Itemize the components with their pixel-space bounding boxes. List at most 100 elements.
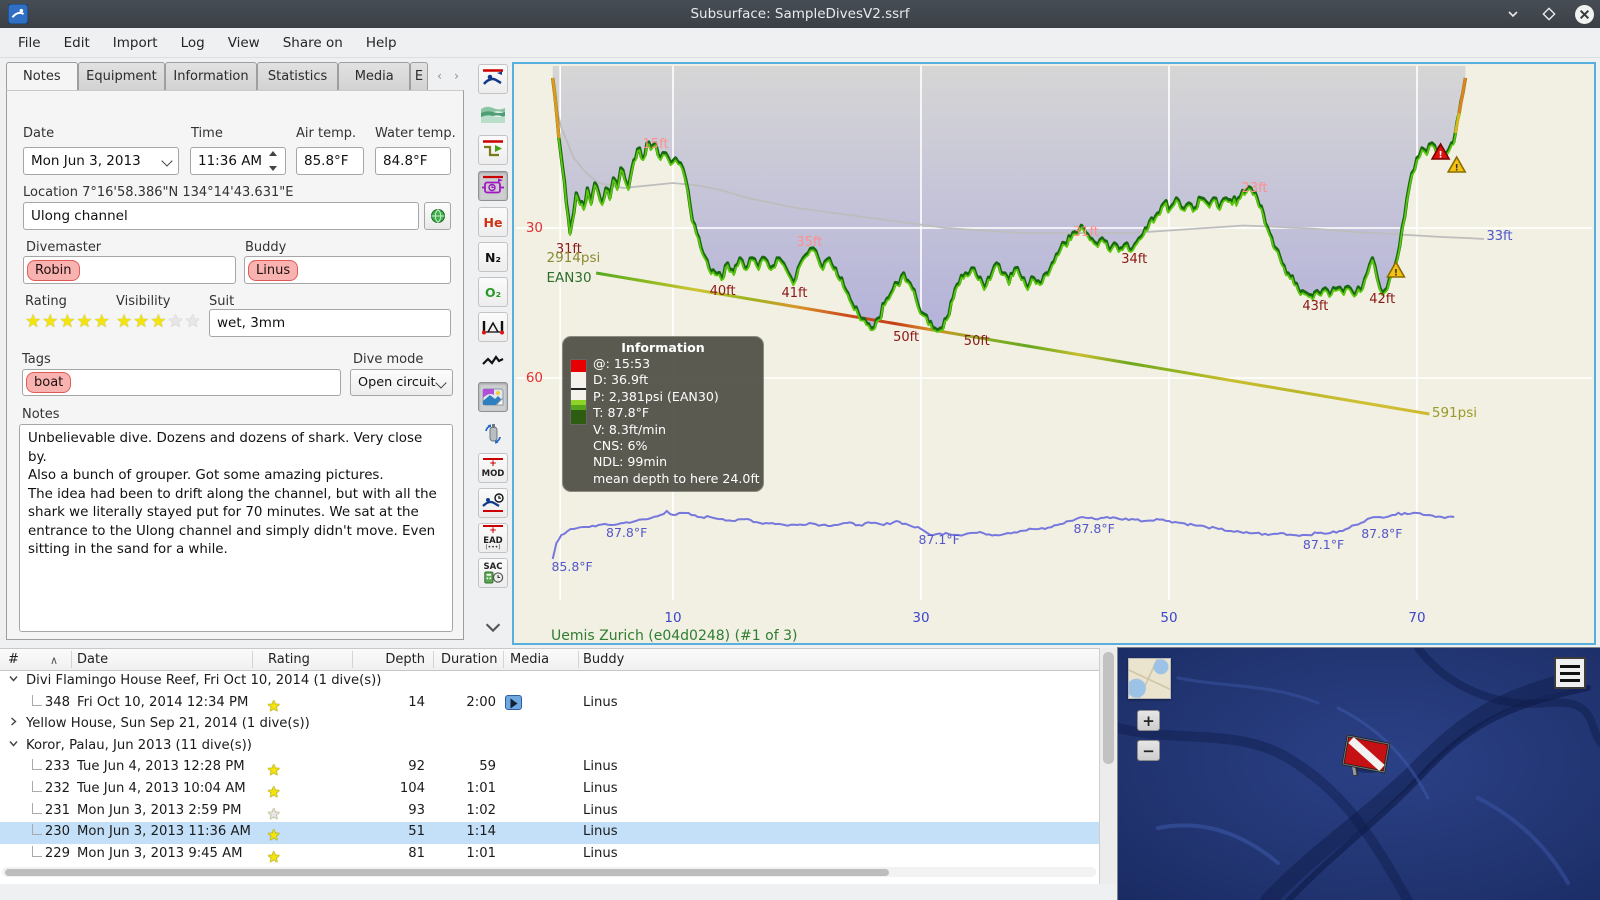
star-icon: ★ bbox=[76, 311, 94, 332]
pp-nitrogen-button[interactable]: N₂ bbox=[478, 242, 508, 272]
setpoint-button[interactable] bbox=[478, 171, 508, 201]
ruler-button[interactable] bbox=[478, 312, 508, 342]
dive-row[interactable]: 348 Fri Oct 10, 2014 12:34 PM ★ ★ ★ ★ ★ 14 2:00 L… bbox=[0, 693, 1099, 715]
dive-row[interactable]: 229 Mon Jun 3, 2013 9:45 AM ★ ★ ★ ★ ★ 81 1:01 Lin… bbox=[0, 844, 1099, 866]
tab-equipment[interactable]: Equipment bbox=[77, 62, 166, 90]
tank-bar-button[interactable] bbox=[478, 418, 508, 448]
rating-stars[interactable]: ★★★★★ bbox=[25, 313, 111, 331]
trip-row[interactable]: Divi Flamingo House Reef, Fri Oct 10, 20… bbox=[0, 671, 1099, 693]
divemaster-field[interactable]: Robin bbox=[23, 256, 236, 284]
tab-statistics[interactable]: Statistics bbox=[256, 62, 339, 90]
dive-row[interactable]: 233 Tue Jun 4, 2013 12:28 PM ★ ★ ★ ★ ★ 92 59 Linu… bbox=[0, 757, 1099, 779]
svg-text:43ft: 43ft bbox=[1302, 299, 1328, 314]
vscroll-handle[interactable] bbox=[1102, 652, 1114, 764]
notes-textarea[interactable]: Unbelievable dive. Dozens and dozens of … bbox=[19, 424, 453, 632]
sac-button[interactable]: SAC bbox=[478, 558, 508, 588]
dive-duration: 1:01 bbox=[466, 780, 496, 796]
dive-row[interactable]: 232 Tue Jun 4, 2013 10:04 AM ★ ★ ★ ★ ★ 104 1:01 L… bbox=[0, 779, 1099, 801]
dive-profile-chart[interactable]: 33ft 85.8°F 87.8°F 87.1°F 87.8°F 87.1°F 87.8°F… bbox=[512, 62, 1596, 645]
globe-button[interactable] bbox=[424, 202, 451, 230]
deco-ndl-button[interactable] bbox=[478, 488, 508, 518]
sort-asc-icon[interactable]: ∧ bbox=[50, 654, 58, 667]
col-media[interactable]: Media bbox=[510, 652, 549, 667]
dive-date: Mon Jun 3, 2013 11:36 AM bbox=[77, 824, 251, 840]
map-menu-button[interactable] bbox=[1554, 657, 1586, 689]
time-field[interactable]: 11:36 AM bbox=[190, 147, 286, 175]
tab-notes[interactable]: Notes bbox=[6, 62, 78, 90]
pp-helium-button[interactable]: He bbox=[478, 207, 508, 237]
tree-elbow bbox=[32, 845, 42, 857]
buddy-tag[interactable]: Linus bbox=[248, 259, 299, 281]
chevron-down-icon[interactable] bbox=[8, 673, 19, 688]
star-icon: ★ bbox=[267, 696, 281, 715]
tab-information[interactable]: Information bbox=[165, 62, 257, 90]
heart-rate-button[interactable] bbox=[478, 347, 508, 377]
svg-text:!: ! bbox=[1439, 151, 1443, 161]
mod-button[interactable]: + MOD bbox=[478, 453, 508, 483]
pp-oxygen-button[interactable]: O₂ bbox=[478, 277, 508, 307]
ead-button[interactable]: + EAD (•••) bbox=[478, 523, 508, 553]
col-date[interactable]: Date bbox=[77, 652, 108, 667]
tab-scroll-right-icon[interactable]: › bbox=[449, 66, 464, 86]
tab-media[interactable]: Media bbox=[338, 62, 411, 90]
map-zoom-in-button[interactable]: + bbox=[1137, 710, 1160, 731]
chevron-right-icon[interactable] bbox=[8, 716, 19, 731]
col-depth[interactable]: Depth bbox=[359, 652, 425, 667]
tags-field[interactable]: boat bbox=[22, 369, 341, 396]
divemaster-tag[interactable]: Robin bbox=[27, 259, 80, 281]
calculated-ceiling-button[interactable] bbox=[478, 99, 508, 129]
close-icon[interactable] bbox=[1575, 4, 1594, 24]
toolbar-collapse-button[interactable] bbox=[478, 612, 508, 642]
svg-text:591psi: 591psi bbox=[1432, 405, 1477, 421]
date-field[interactable]: Mon Jun 3, 2013 bbox=[23, 147, 179, 175]
ead-icon: + EAD (•••) bbox=[483, 524, 503, 552]
menu-view[interactable]: View bbox=[220, 31, 268, 55]
divemode-select[interactable]: Open circuit bbox=[350, 369, 453, 396]
menu-log[interactable]: Log bbox=[173, 31, 213, 55]
watertemp-field[interactable]: 84.8°F bbox=[375, 147, 451, 175]
minimap[interactable] bbox=[1128, 658, 1171, 699]
minimize-icon[interactable] bbox=[1503, 4, 1523, 24]
waves-icon bbox=[481, 106, 505, 123]
dive-list-header[interactable]: # ∧ Date Rating Depth Duration Media Bud… bbox=[0, 649, 1099, 671]
menu-import[interactable]: Import bbox=[105, 31, 166, 55]
chevron-down-icon[interactable] bbox=[8, 738, 19, 753]
dive-row[interactable]: 231 Mon Jun 3, 2013 2:59 PM ★ ★ ★ ★ ★ 93 1:02 Lin… bbox=[0, 801, 1099, 823]
tag-boat[interactable]: boat bbox=[26, 372, 72, 393]
trip-row[interactable]: Yellow House, Sun Sep 21, 2014 (1 dive(s… bbox=[0, 714, 1099, 736]
location-field[interactable]: Ulong channel bbox=[23, 202, 419, 230]
dive-number: 229 bbox=[44, 845, 70, 861]
ceiling-plan-button[interactable] bbox=[478, 135, 508, 165]
horizontal-scrollbar[interactable] bbox=[2, 867, 1096, 877]
time-spinner-icon[interactable] bbox=[269, 151, 281, 171]
star-icon: ★ bbox=[42, 311, 60, 332]
dc-ceiling-button[interactable] bbox=[478, 64, 508, 94]
maximize-icon[interactable] bbox=[1539, 4, 1559, 24]
map-canvas[interactable] bbox=[1118, 648, 1600, 900]
airtemp-field[interactable]: 85.8°F bbox=[296, 147, 364, 175]
dive-row[interactable]: 230 Mon Jun 3, 2013 11:36 AM ★ ★ ★ ★ ★ 51 1:14 Li… bbox=[0, 822, 1099, 844]
menu-share-on[interactable]: Share on bbox=[275, 31, 351, 55]
col-buddy[interactable]: Buddy bbox=[583, 652, 624, 667]
dive-site-map[interactable]: + − bbox=[1117, 647, 1600, 900]
photos-button[interactable] bbox=[478, 382, 508, 412]
location-label: Location 7°16'58.386"N 134°14'43.631"E bbox=[23, 185, 294, 200]
col-rating[interactable]: Rating bbox=[268, 652, 310, 667]
col-duration[interactable]: Duration bbox=[441, 652, 497, 667]
menu-edit[interactable]: Edit bbox=[56, 31, 98, 55]
menu-file[interactable]: File bbox=[10, 31, 49, 55]
buddy-field[interactable]: Linus bbox=[244, 256, 451, 284]
suit-field[interactable]: wet, 3mm bbox=[209, 309, 451, 337]
media-icon[interactable] bbox=[505, 694, 522, 710]
vertical-scrollbar[interactable] bbox=[1099, 648, 1116, 884]
menu-help[interactable]: Help bbox=[358, 31, 405, 55]
suit-value: wet, 3mm bbox=[217, 315, 286, 331]
info-mean-depth: mean depth to here 24.0ft bbox=[593, 470, 760, 486]
hscroll-handle[interactable] bbox=[5, 868, 889, 876]
col-number[interactable]: # bbox=[8, 652, 19, 667]
tab-extra-info[interactable]: E bbox=[410, 62, 428, 90]
trip-row[interactable]: Koror, Palau, Jun 2013 (11 dive(s)) bbox=[0, 736, 1099, 758]
map-zoom-out-button[interactable]: − bbox=[1137, 740, 1160, 761]
tab-scroll-left-icon[interactable]: ‹ bbox=[432, 66, 447, 86]
visibility-stars[interactable]: ★★★★★ bbox=[116, 313, 202, 331]
